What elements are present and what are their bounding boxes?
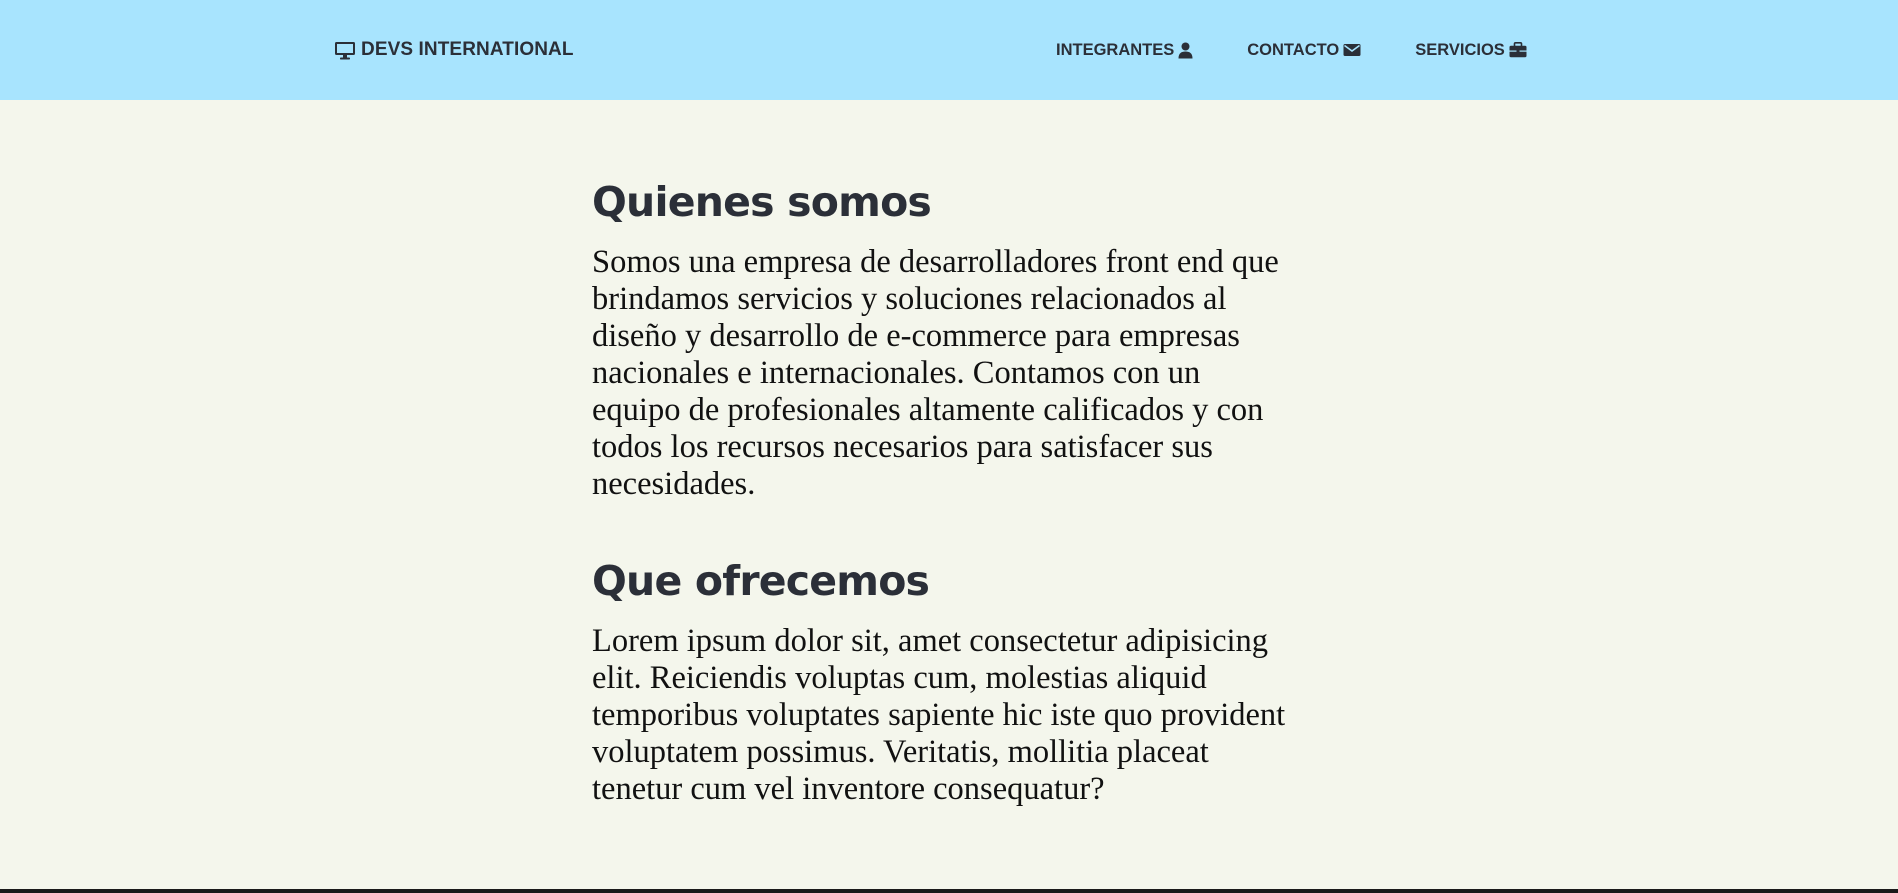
section-text: Lorem ipsum dolor sit, amet consectetur …	[592, 623, 1286, 807]
nav-item-label: CONTACTO	[1247, 40, 1340, 59]
section-text: Somos una empresa de desarrolladores fro…	[592, 244, 1279, 502]
bottom-border	[0, 889, 1898, 893]
nav-item-label: INTEGRANTES	[1056, 40, 1175, 59]
nav-item-contacto[interactable]: CONTACTO	[1247, 41, 1361, 60]
section-quienes-somos: Quienes somos Somos una empresa de desar…	[592, 168, 1292, 503]
desktop-icon	[334, 40, 357, 60]
briefcase-icon	[1509, 42, 1527, 58]
user-icon	[1178, 42, 1193, 59]
nav-item-servicios[interactable]: SERVICIOS	[1415, 41, 1527, 60]
top-navbar: DEVS INTERNATIONAL INTEGRANTES CONTACTO …	[0, 0, 1898, 100]
section-title: Quienes somos	[592, 178, 932, 226]
brand-link[interactable]: DEVS INTERNATIONAL	[334, 37, 574, 63]
nav-item-label: SERVICIOS	[1415, 40, 1505, 59]
section-que-ofrecemos: Que ofrecemos Lorem ipsum dolor sit, ame…	[592, 547, 1292, 808]
section-title: Que ofrecemos	[592, 557, 930, 605]
main-nav: INTEGRANTES CONTACTO SERVICIOS	[1056, 37, 1527, 63]
nav-item-integrantes[interactable]: INTEGRANTES	[1056, 41, 1193, 60]
brand-name: DEVS INTERNATIONAL	[361, 39, 574, 60]
main-content: Quienes somos Somos una empresa de desar…	[592, 168, 1292, 808]
envelope-icon	[1343, 43, 1361, 57]
